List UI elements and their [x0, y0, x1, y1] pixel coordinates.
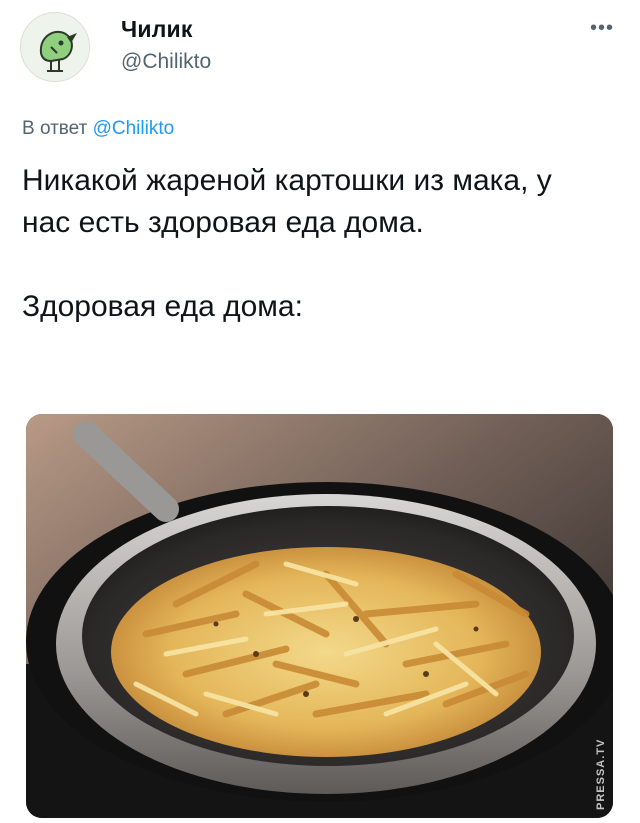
author-name[interactable]: Чилик [121, 16, 193, 43]
tweet-photo[interactable]: PRESSA.TV [26, 414, 613, 818]
more-options-icon[interactable]: ••• [590, 18, 614, 38]
tweet-text-paragraph: Никакой жареной картошки из мака, у нас … [22, 164, 552, 239]
reply-mention-link[interactable]: @Chilikto [93, 118, 175, 139]
avatar[interactable] [20, 12, 90, 82]
fried-potatoes-in-pan-photo [26, 414, 613, 818]
reply-context: В ответ @Chilikto [22, 118, 174, 140]
bird-avatar-icon [22, 14, 89, 81]
watermark: PRESSA.TV [595, 738, 607, 810]
tweet-text-paragraph: Здоровая еда дома: [22, 290, 303, 323]
tweet-text: Никакой жареной картошки из мака, у нас … [22, 160, 602, 328]
reply-prefix: В ответ [22, 118, 88, 139]
author-handle[interactable]: @Chilikto [121, 50, 211, 74]
